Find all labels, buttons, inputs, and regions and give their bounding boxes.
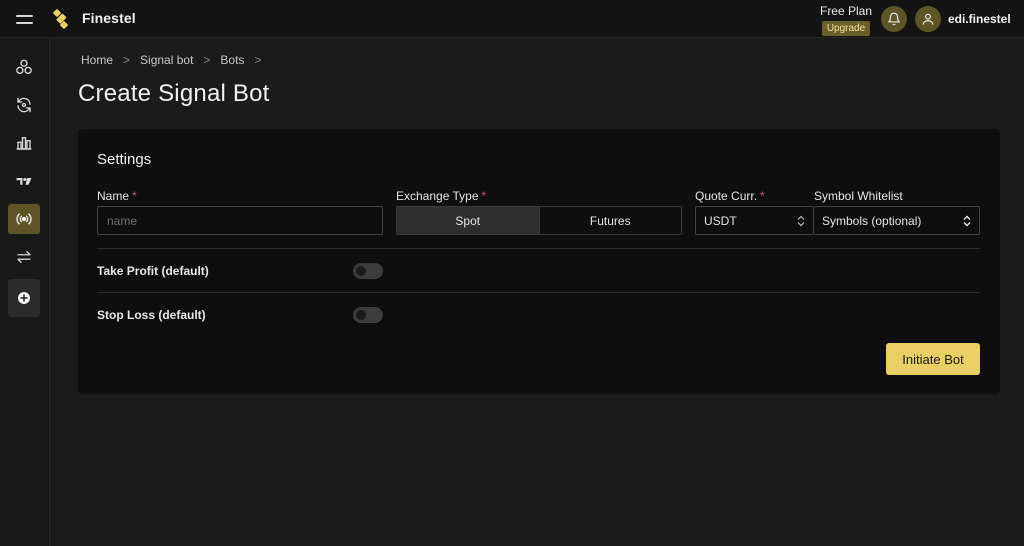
stop-loss-toggle[interactable]	[353, 307, 383, 323]
breadcrumb-separator: >	[254, 53, 262, 67]
breadcrumb-home[interactable]: Home	[81, 53, 113, 67]
top-bar: Finestel Free Plan Upgrade edi.finestel	[0, 0, 1024, 38]
breadcrumb-separator: >	[203, 53, 211, 67]
divider	[97, 292, 980, 293]
refresh-icon	[17, 97, 31, 113]
divider	[97, 248, 980, 249]
bell-icon	[888, 12, 900, 26]
quote-currency-label: Quote Curr. *	[695, 189, 765, 203]
exchange-type-toggle: Spot Futures	[396, 206, 682, 235]
breadcrumb-separator: >	[123, 53, 131, 67]
symbol-whitelist-select[interactable]: Symbols (optional)	[814, 206, 980, 235]
chevron-updown-icon	[797, 215, 805, 227]
sidebar-item-analytics[interactable]	[8, 128, 40, 158]
quote-currency-select[interactable]: USDT	[695, 206, 814, 235]
sidebar-item-exchange[interactable]	[8, 242, 40, 272]
section-title: Settings	[97, 151, 152, 168]
name-label: Name *	[97, 189, 137, 203]
username[interactable]: edi.finestel	[948, 12, 1011, 26]
symbol-whitelist-label: Symbol Whitelist	[814, 189, 903, 203]
take-profit-toggle[interactable]	[353, 263, 383, 279]
required-mark: *	[132, 189, 137, 203]
toggle-knob	[356, 310, 366, 320]
sidebar	[0, 39, 50, 546]
notifications-button[interactable]	[881, 6, 907, 32]
page-title: Create Signal Bot	[78, 80, 270, 107]
brand-name: Finestel	[82, 10, 136, 26]
exchange-type-spot[interactable]: Spot	[397, 207, 539, 234]
user-avatar-button[interactable]	[915, 6, 941, 32]
plan-name: Free Plan	[819, 4, 873, 18]
stop-loss-label: Stop Loss (default)	[97, 308, 206, 322]
user-icon	[922, 13, 934, 25]
initiate-bot-button[interactable]: Initiate Bot	[886, 343, 980, 375]
sidebar-item-dashboard[interactable]	[8, 52, 40, 82]
tradingview-icon	[16, 178, 32, 185]
required-mark: *	[481, 189, 487, 203]
chevron-updown-icon	[963, 215, 971, 227]
sidebar-item-add[interactable]	[8, 279, 40, 317]
circles-icon	[16, 59, 32, 75]
bar-chart-icon	[16, 137, 32, 150]
toggle-knob	[356, 266, 366, 276]
quote-currency-value: USDT	[704, 213, 737, 228]
quote-currency-label-text: Quote Curr.	[695, 189, 758, 203]
breadcrumb-bots[interactable]: Bots	[220, 53, 244, 67]
upgrade-button[interactable]: Upgrade	[821, 21, 871, 36]
exchange-type-futures[interactable]: Futures	[538, 207, 682, 234]
settings-card: Settings Name* Exchange Type* Spot Futur…	[78, 129, 1000, 394]
exchange-type-label-text: Exchange Type	[396, 189, 479, 203]
plus-circle-icon	[18, 292, 30, 304]
take-profit-label: Take Profit (default)	[97, 264, 209, 278]
name-input[interactable]	[97, 206, 383, 235]
plan-info: Free Plan Upgrade	[818, 4, 874, 36]
breadcrumb-signal-bot[interactable]: Signal bot	[140, 53, 193, 67]
sidebar-item-signal-bot[interactable]	[8, 204, 40, 234]
signal-broadcast-icon	[16, 213, 32, 225]
swap-arrows-icon	[17, 251, 31, 263]
symbol-whitelist-value: Symbols (optional)	[822, 213, 922, 228]
exchange-type-label: Exchange Type *	[396, 189, 486, 203]
finestel-logo[interactable]	[51, 8, 71, 30]
name-label-text: Name	[97, 189, 130, 203]
sidebar-item-tradingview[interactable]	[8, 166, 40, 196]
hamburger-icon[interactable]	[16, 12, 33, 26]
breadcrumb: Home > Signal bot > Bots >	[81, 53, 271, 67]
required-mark: *	[760, 189, 765, 203]
sidebar-item-copy-trading[interactable]	[8, 90, 40, 120]
